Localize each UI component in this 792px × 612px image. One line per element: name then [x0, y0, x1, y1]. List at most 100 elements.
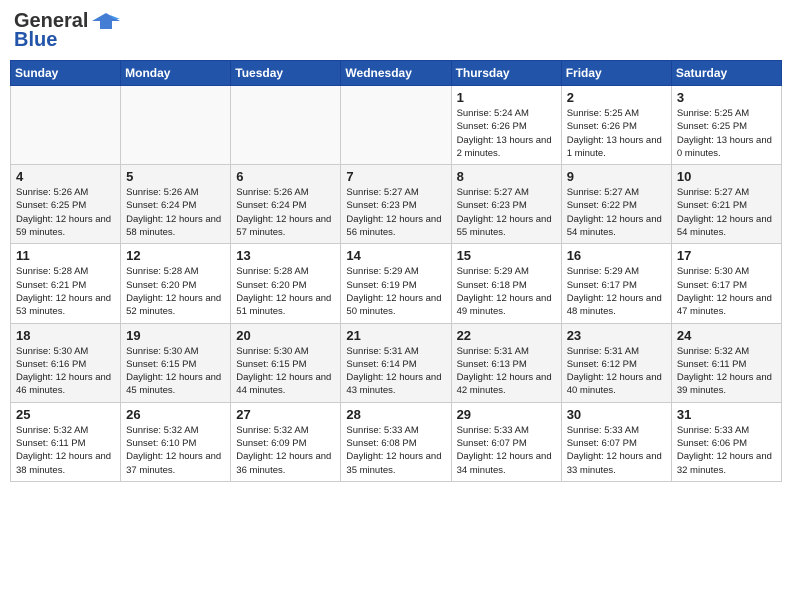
day-info: Sunrise: 5:32 AMSunset: 6:11 PMDaylight:…: [16, 424, 115, 477]
day-info: Sunrise: 5:27 AMSunset: 6:21 PMDaylight:…: [677, 186, 776, 239]
calendar-cell: 7 Sunrise: 5:27 AMSunset: 6:23 PMDaylight…: [341, 165, 451, 244]
day-number: 26: [126, 407, 225, 422]
day-number: 31: [677, 407, 776, 422]
calendar-cell: 14 Sunrise: 5:29 AMSunset: 6:19 PMDayligh…: [341, 244, 451, 323]
logo-bird-icon: [92, 11, 120, 33]
day-number: 25: [16, 407, 115, 422]
day-number: 10: [677, 169, 776, 184]
day-number: 2: [567, 90, 666, 105]
calendar-cell: [11, 86, 121, 165]
day-number: 29: [457, 407, 556, 422]
day-info: Sunrise: 5:33 AMSunset: 6:07 PMDaylight:…: [567, 424, 666, 477]
day-info: Sunrise: 5:31 AMSunset: 6:14 PMDaylight:…: [346, 345, 445, 398]
calendar-cell: 29 Sunrise: 5:33 AMSunset: 6:07 PMDayligh…: [451, 402, 561, 481]
day-number: 6: [236, 169, 335, 184]
day-number: 21: [346, 328, 445, 343]
calendar-cell: 19 Sunrise: 5:30 AMSunset: 6:15 PMDayligh…: [121, 323, 231, 402]
calendar-cell: 20 Sunrise: 5:30 AMSunset: 6:15 PMDayligh…: [231, 323, 341, 402]
calendar-week-1: 1Sunrise: 5:24 AMSunset: 6:26 PMDaylight…: [11, 86, 782, 165]
calendar-cell: 16Sunrise: 5:29 AMSunset: 6:17 PMDayligh…: [561, 244, 671, 323]
calendar-cell: 30 Sunrise: 5:33 AMSunset: 6:07 PMDayligh…: [561, 402, 671, 481]
calendar-cell: 26 Sunrise: 5:32 AMSunset: 6:10 PMDayligh…: [121, 402, 231, 481]
day-info: Sunrise: 5:29 AMSunset: 6:19 PMDaylight:…: [346, 265, 445, 318]
calendar-cell: 3 Sunrise: 5:25 AMSunset: 6:25 PMDaylight…: [671, 86, 781, 165]
day-info: Sunrise: 5:25 AMSunset: 6:25 PMDaylight:…: [677, 107, 776, 160]
weekday-header-wednesday: Wednesday: [341, 61, 451, 86]
day-info: Sunrise: 5:29 AMSunset: 6:18 PMDaylight:…: [457, 265, 556, 318]
day-number: 4: [16, 169, 115, 184]
day-number: 17: [677, 248, 776, 263]
day-info: Sunrise: 5:32 AMSunset: 6:09 PMDaylight:…: [236, 424, 335, 477]
day-info: Sunrise: 5:32 AMSunset: 6:10 PMDaylight:…: [126, 424, 225, 477]
calendar-cell: 27 Sunrise: 5:32 AMSunset: 6:09 PMDayligh…: [231, 402, 341, 481]
calendar-cell: 4 Sunrise: 5:26 AMSunset: 6:25 PMDaylight…: [11, 165, 121, 244]
day-info: Sunrise: 5:30 AMSunset: 6:15 PMDaylight:…: [126, 345, 225, 398]
day-number: 3: [677, 90, 776, 105]
calendar-cell: 10 Sunrise: 5:27 AMSunset: 6:21 PMDayligh…: [671, 165, 781, 244]
day-number: 16: [567, 248, 666, 263]
calendar-cell: 24Sunrise: 5:32 AMSunset: 6:11 PMDayligh…: [671, 323, 781, 402]
calendar-cell: 5Sunrise: 5:26 AMSunset: 6:24 PMDaylight…: [121, 165, 231, 244]
day-info: Sunrise: 5:28 AMSunset: 6:21 PMDaylight:…: [16, 265, 115, 318]
day-info: Sunrise: 5:25 AMSunset: 6:26 PMDaylight:…: [567, 107, 666, 160]
calendar-cell: 21 Sunrise: 5:31 AMSunset: 6:14 PMDayligh…: [341, 323, 451, 402]
day-number: 23: [567, 328, 666, 343]
day-number: 28: [346, 407, 445, 422]
calendar-cell: [341, 86, 451, 165]
weekday-header-sunday: Sunday: [11, 61, 121, 86]
calendar-table: SundayMondayTuesdayWednesdayThursdayFrid…: [10, 60, 782, 482]
calendar-week-5: 25 Sunrise: 5:32 AMSunset: 6:11 PMDayligh…: [11, 402, 782, 481]
calendar-week-4: 18 Sunrise: 5:30 AMSunset: 6:16 PMDayligh…: [11, 323, 782, 402]
day-info: Sunrise: 5:26 AMSunset: 6:25 PMDaylight:…: [16, 186, 115, 239]
weekday-header-friday: Friday: [561, 61, 671, 86]
calendar-cell: 8Sunrise: 5:27 AMSunset: 6:23 PMDaylight…: [451, 165, 561, 244]
day-number: 11: [16, 248, 115, 263]
calendar-cell: 28 Sunrise: 5:33 AMSunset: 6:08 PMDayligh…: [341, 402, 451, 481]
logo: General Blue: [14, 10, 120, 52]
calendar-cell: 9 Sunrise: 5:27 AMSunset: 6:22 PMDaylight…: [561, 165, 671, 244]
day-info: Sunrise: 5:33 AMSunset: 6:06 PMDaylight:…: [677, 424, 776, 477]
weekday-header-thursday: Thursday: [451, 61, 561, 86]
day-number: 24: [677, 328, 776, 343]
calendar-cell: 12 Sunrise: 5:28 AMSunset: 6:20 PMDayligh…: [121, 244, 231, 323]
calendar-cell: 6 Sunrise: 5:26 AMSunset: 6:24 PMDaylight…: [231, 165, 341, 244]
day-number: 9: [567, 169, 666, 184]
day-info: Sunrise: 5:28 AMSunset: 6:20 PMDaylight:…: [236, 265, 335, 318]
day-number: 13: [236, 248, 335, 263]
day-info: Sunrise: 5:27 AMSunset: 6:23 PMDaylight:…: [346, 186, 445, 239]
calendar-cell: 17 Sunrise: 5:30 AMSunset: 6:17 PMDayligh…: [671, 244, 781, 323]
day-number: 15: [457, 248, 556, 263]
day-info: Sunrise: 5:26 AMSunset: 6:24 PMDaylight:…: [236, 186, 335, 239]
day-info: Sunrise: 5:30 AMSunset: 6:17 PMDaylight:…: [677, 265, 776, 318]
day-info: Sunrise: 5:28 AMSunset: 6:20 PMDaylight:…: [126, 265, 225, 318]
calendar-cell: [121, 86, 231, 165]
calendar-cell: 11 Sunrise: 5:28 AMSunset: 6:21 PMDayligh…: [11, 244, 121, 323]
day-number: 27: [236, 407, 335, 422]
day-number: 14: [346, 248, 445, 263]
day-number: 19: [126, 328, 225, 343]
calendar-cell: 25 Sunrise: 5:32 AMSunset: 6:11 PMDayligh…: [11, 402, 121, 481]
calendar-cell: 13 Sunrise: 5:28 AMSunset: 6:20 PMDayligh…: [231, 244, 341, 323]
calendar-cell: 15 Sunrise: 5:29 AMSunset: 6:18 PMDayligh…: [451, 244, 561, 323]
day-number: 5: [126, 169, 225, 184]
day-info: Sunrise: 5:30 AMSunset: 6:16 PMDaylight:…: [16, 345, 115, 398]
day-number: 1: [457, 90, 556, 105]
calendar-cell: 23Sunrise: 5:31 AMSunset: 6:12 PMDayligh…: [561, 323, 671, 402]
day-info: Sunrise: 5:30 AMSunset: 6:15 PMDaylight:…: [236, 345, 335, 398]
day-info: Sunrise: 5:27 AMSunset: 6:22 PMDaylight:…: [567, 186, 666, 239]
day-number: 7: [346, 169, 445, 184]
calendar-week-2: 4 Sunrise: 5:26 AMSunset: 6:25 PMDaylight…: [11, 165, 782, 244]
page-header: General Blue: [10, 10, 782, 52]
calendar-week-3: 11 Sunrise: 5:28 AMSunset: 6:21 PMDayligh…: [11, 244, 782, 323]
day-number: 30: [567, 407, 666, 422]
day-info: Sunrise: 5:33 AMSunset: 6:08 PMDaylight:…: [346, 424, 445, 477]
calendar-cell: 22Sunrise: 5:31 AMSunset: 6:13 PMDayligh…: [451, 323, 561, 402]
day-number: 18: [16, 328, 115, 343]
day-number: 20: [236, 328, 335, 343]
day-number: 8: [457, 169, 556, 184]
day-info: Sunrise: 5:33 AMSunset: 6:07 PMDaylight:…: [457, 424, 556, 477]
calendar-cell: [231, 86, 341, 165]
day-number: 12: [126, 248, 225, 263]
day-number: 22: [457, 328, 556, 343]
logo-blue: Blue: [14, 29, 57, 52]
